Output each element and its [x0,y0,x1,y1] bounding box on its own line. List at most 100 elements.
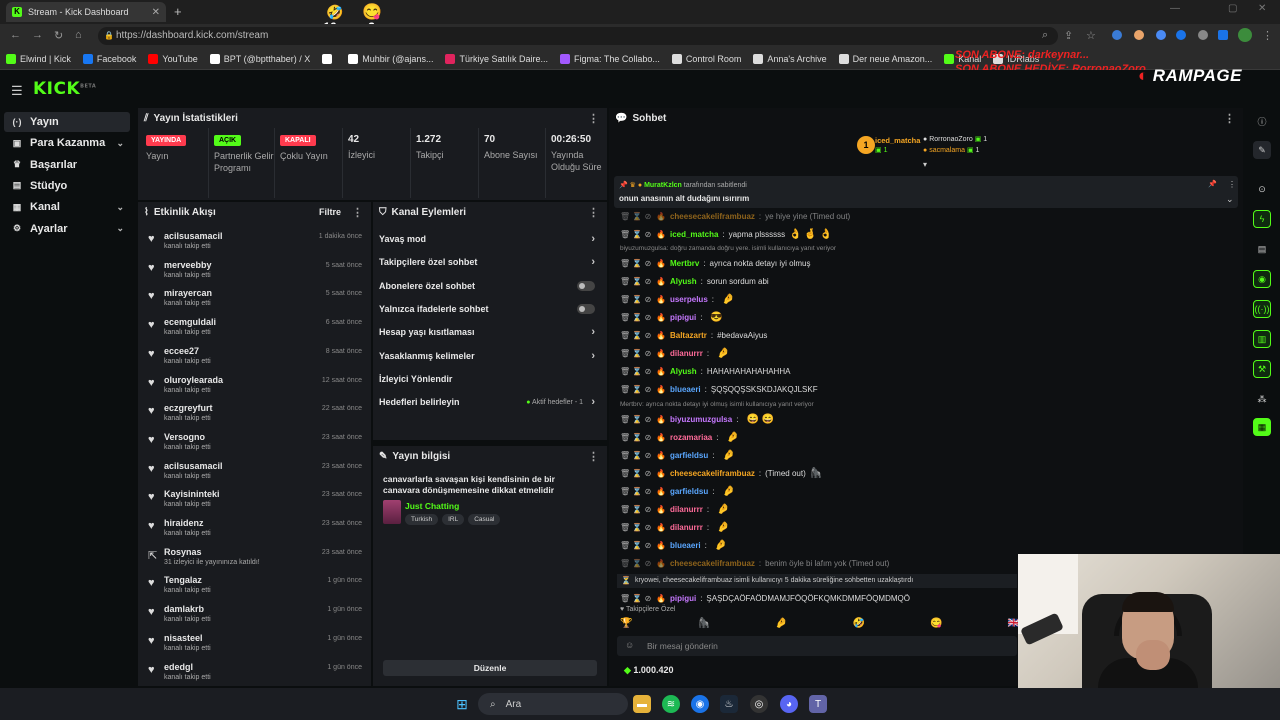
hamburger-menu-icon[interactable]: ☰ [11,83,23,99]
forward-icon[interactable]: → [32,29,43,41]
chat-username[interactable]: pipigui [670,313,696,322]
ban-icon[interactable]: ⊘ [644,469,652,478]
timeout-icon[interactable]: ⌛ [632,451,642,460]
top-gifter-1-name[interactable]: iced_matcha [875,136,920,145]
timeout-icon[interactable]: ⌛ [632,277,642,286]
activity-user[interactable]: eccee27 [164,346,199,356]
tag-chip[interactable]: Casual [468,514,501,525]
chat-username[interactable]: Baltazartr [670,331,707,340]
chevron-down-icon[interactable]: ⌄ [116,223,124,234]
bookmark-item[interactable]: Figma: The Collabo... [559,53,660,64]
timeout-icon[interactable]: ⌛ [632,487,642,496]
activity-user[interactable]: mirayercan [164,288,212,298]
bookmark-item[interactable]: Elwind | Kick [6,53,71,64]
chat-username[interactable]: cheesecakeliframbuaz [670,559,755,568]
ban-icon[interactable]: ⊘ [644,295,652,304]
delete-icon[interactable]: 🗑 [620,559,630,568]
activity-user[interactable]: hiraidenz [164,518,204,528]
top-gifter-3[interactable]: ● sacmalama ▣ 1 [923,146,979,154]
home-icon[interactable]: ⌂ [75,29,82,41]
chat-username[interactable]: Alyush [670,367,697,376]
timeout-icon[interactable]: ⌛ [632,469,642,478]
activity-user[interactable]: Versogno [164,432,205,442]
timeout-icon[interactable]: ⌛ [632,349,642,358]
toggle-switch[interactable] [577,280,595,291]
expand-pinned-icon[interactable]: ⌄ [1226,194,1234,205]
activity-menu-icon[interactable]: ⋮ [352,206,363,219]
chevron-right-icon[interactable]: › [591,326,595,338]
bookmark-item[interactable]: Muhbir (@ajans... [348,53,433,64]
actions-menu-icon[interactable]: ⋮ [588,206,599,219]
chat-username[interactable]: dilanurrr [670,523,703,532]
channel-action-item[interactable]: Yalnızca ifadelerle sohbet [379,298,599,320]
delete-icon[interactable]: 🗑 [620,313,630,322]
steam-icon[interactable]: ♨ [720,695,738,713]
pinned-by-user[interactable]: MuratKzlcn [644,182,682,189]
delete-icon[interactable]: 🗑 [620,487,630,496]
emote-icon[interactable]: 😋 [930,618,942,629]
delete-icon[interactable]: 🗑 [620,433,630,442]
timeout-icon[interactable]: ⌛ [632,505,642,514]
discord-icon[interactable]: ◕ [780,695,798,713]
chrome-icon[interactable]: ◉ [691,695,709,713]
ban-icon[interactable]: ⊘ [644,212,652,221]
chevron-right-icon[interactable]: › [591,350,595,362]
timeout-icon[interactable]: ⌛ [632,367,642,376]
channel-action-item[interactable]: Yasaklanmış kelimeler › [379,345,599,367]
wrench-icon[interactable]: ⚒ [1253,360,1271,378]
sidebar-item[interactable]: ▦ Kanal ⌄ [4,197,130,217]
sidebar-icon[interactable] [1218,30,1228,40]
ban-icon[interactable]: ⊘ [644,415,652,424]
category-name[interactable]: Just Chatting [405,501,459,511]
ban-icon[interactable]: ⊘ [644,349,652,358]
top-gifter-2[interactable]: ● RorronaoZoro ▣ 1 [923,135,987,143]
delete-icon[interactable]: 🗑 [620,505,630,514]
smiley-icon[interactable]: ☺ [625,640,634,650]
chat-username[interactable]: blueaeri [670,541,701,550]
channel-action-item[interactable]: İzleyici Yönlendir [379,368,599,390]
bookmark-item[interactable]: Der neue Amazon... [838,53,932,64]
bookmark-item[interactable]: YouTube [148,53,198,64]
windows-start-icon[interactable]: ⊞ [453,695,471,713]
sidebar-item[interactable]: ⚙ Ayarlar ⌄ [4,219,130,239]
chat-menu-icon[interactable]: ⋮ [1224,112,1235,125]
info-icon[interactable]: ⓘ [1253,112,1271,130]
pinned-menu-icon[interactable]: ⋮ [1228,180,1236,189]
bookmark-item[interactable] [322,53,336,64]
timeout-icon[interactable]: ⌛ [632,523,642,532]
share-icon[interactable]: ⇪ [1064,29,1073,42]
lightning-icon[interactable]: ϟ [1253,210,1271,228]
activity-user[interactable]: eczgreyfurt [164,403,213,413]
sidebar-item[interactable]: (·) Yayın [4,112,130,132]
ban-icon[interactable]: ⊘ [644,541,652,550]
timeout-icon[interactable]: ⌛ [632,295,642,304]
chat-username[interactable]: pipigui [670,594,696,603]
ban-icon[interactable]: ⊘ [644,230,652,239]
sidebar-item[interactable]: ▤ Stüdyo [4,176,130,196]
expand-gifters-icon[interactable]: ▾ [923,160,927,169]
chat-username[interactable]: rozamariaa [670,433,712,442]
new-tab-icon[interactable]: + [174,4,182,19]
channel-action-item[interactable]: Yavaş mod › [379,228,599,250]
timeout-icon[interactable]: ⌛ [632,541,642,550]
timeout-icon[interactable]: ⌛ [632,313,642,322]
activity-user[interactable]: merveebby [164,260,212,270]
activity-user[interactable]: nisasteel [164,633,203,643]
chat-icon[interactable]: ◉ [1253,270,1271,288]
chat-input[interactable]: ☺ Bir mesaj gönderin [617,636,1017,656]
delete-icon[interactable]: 🗑 [620,385,630,394]
nodes-icon[interactable]: ⁂ [1253,390,1271,408]
kick-logo[interactable]: KICKBETA [33,79,96,99]
browser-tab[interactable]: K Stream - Kick Dashboard ✕ [6,2,166,22]
emote-icon[interactable]: 🏆 [620,618,632,629]
emote-icon[interactable]: 🦍 [698,618,710,629]
bookmark-item[interactable]: Türkiye Satılık Daire... [445,53,548,64]
timeout-icon[interactable]: ⌛ [632,331,642,340]
clip-icon[interactable]: ▦ [1253,418,1271,436]
extension-icon[interactable] [1112,30,1122,40]
ban-icon[interactable]: ⊘ [644,367,652,376]
extension-icon[interactable] [1176,30,1186,40]
taskbar-search[interactable]: ⌕ Ara [478,693,628,715]
activity-user[interactable]: acilsusamacil [164,461,223,471]
ban-icon[interactable]: ⊘ [644,523,652,532]
